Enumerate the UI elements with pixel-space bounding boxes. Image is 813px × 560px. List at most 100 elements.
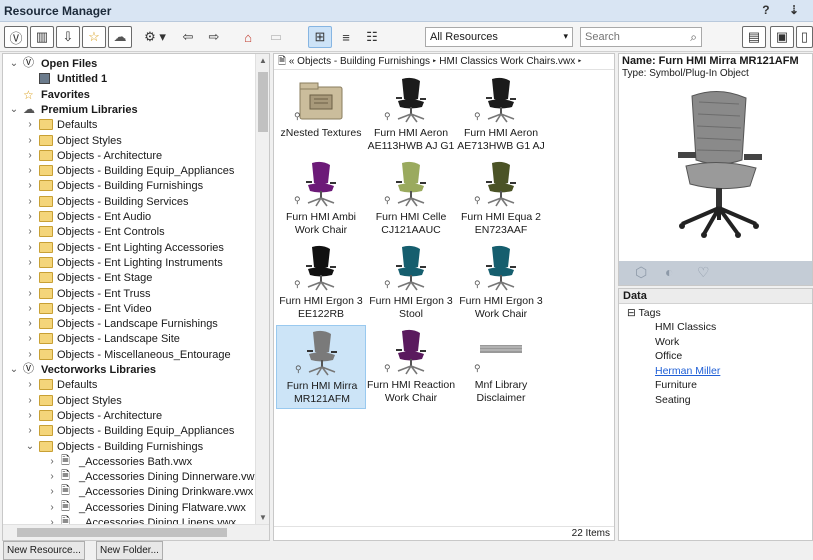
chevron-right-icon[interactable]: › <box>47 484 57 500</box>
tree-item[interactable]: › Objects - Ent Truss <box>3 286 255 302</box>
resource-item[interactable]: ⚲ Furn HMI Ergon 3 Work Chair <box>456 241 546 325</box>
resource-item[interactable]: ⚲ Furn HMI Celle CJ121AAUC <box>366 157 456 241</box>
chevron-right-icon[interactable]: › <box>47 500 57 516</box>
chevron-right-icon[interactable]: › <box>25 423 35 439</box>
chevron-right-icon[interactable]: › <box>25 163 35 179</box>
search-box[interactable]: ⌕ <box>580 27 702 47</box>
new-folder-button[interactable]: New Folder... <box>96 541 163 560</box>
resource-item[interactable]: ⚲ Furn HMI Aeron AE713HWB G1 AJ <box>456 73 546 157</box>
tree-item[interactable]: › Objects - Ent Audio <box>3 209 255 225</box>
panel-toggle-icon[interactable]: ▯ <box>796 26 813 48</box>
render-sphere-icon[interactable]: ◐ <box>665 264 673 280</box>
chevron-right-icon[interactable]: › <box>25 148 35 164</box>
tree-item[interactable]: › Defaults <box>3 377 255 393</box>
chevron-down-icon[interactable]: ⌄ <box>9 56 19 72</box>
home-icon[interactable]: ⌂ <box>236 26 260 48</box>
chevron-right-icon[interactable]: › <box>25 133 35 149</box>
tree-view-icon[interactable]: ☷ <box>360 26 384 48</box>
resource-item[interactable]: ⚲ Furn HMI Ergon 3 EE122RB <box>276 241 366 325</box>
chevron-right-icon[interactable]: › <box>25 240 35 256</box>
window-controls[interactable]: ? ⇣ <box>762 3 807 17</box>
tree-item[interactable]: › 🗎 _Accessories Dining Drinkware.vwx <box>3 484 255 500</box>
chevron-right-icon[interactable]: › <box>25 255 35 271</box>
tree-item[interactable]: › Defaults <box>3 117 255 133</box>
chevron-right-icon[interactable]: › <box>25 178 35 194</box>
render-teapot-icon[interactable]: ♡ <box>697 264 710 281</box>
tree-item[interactable]: › Objects - Building Equip_Appliances <box>3 163 255 179</box>
tree-item[interactable]: › Objects - Building Furnishings <box>3 178 255 194</box>
chevron-right-icon[interactable]: › <box>25 224 35 240</box>
resource-item[interactable]: ⚲ Furn HMI Equa 2 EN723AAF <box>456 157 546 241</box>
vectorworks-libraries-icon[interactable]: Ⓥ <box>4 26 28 48</box>
chevron-right-icon[interactable]: › <box>25 316 35 332</box>
render-cube-icon[interactable]: ⬡ <box>635 264 647 281</box>
tree-item[interactable]: › Objects - Ent Video <box>3 301 255 317</box>
tree-item[interactable]: ⌄ Ⓥ Vectorworks Libraries <box>3 362 255 378</box>
tree-item[interactable]: › Objects - Building Services <box>3 194 255 210</box>
breadcrumb-back-button[interactable]: « <box>289 56 295 67</box>
chevron-down-icon[interactable]: ⌄ <box>25 439 35 455</box>
tree-horizontal-scrollbar[interactable] <box>3 524 269 540</box>
resource-item[interactable]: ⚲ Mnf Library Disclaimer <box>456 325 546 409</box>
data-pane-icon[interactable]: ▣ <box>770 26 794 48</box>
tree-item[interactable]: › Objects - Ent Lighting Accessories <box>3 240 255 256</box>
breadcrumb-segment[interactable]: HMI Classics Work Chairs.vwx <box>439 56 575 67</box>
new-resource-button[interactable]: New Resource... <box>3 541 85 560</box>
chevron-right-icon[interactable]: › <box>25 393 35 409</box>
tags-root[interactable]: ⊟ Tags <box>627 307 661 319</box>
thumbnail-view-icon[interactable]: ⊞ <box>308 26 332 48</box>
list-view-icon[interactable]: ≡ <box>334 26 358 48</box>
library-icon[interactable]: ▥ <box>30 26 54 48</box>
tree-item[interactable]: › 🗎 _Accessories Dining Flatware.vwx <box>3 500 255 516</box>
tree-item[interactable]: ⌄ Objects - Building Furnishings <box>3 439 255 455</box>
tree-vertical-scrollbar[interactable]: ▲ ▼ <box>255 54 269 524</box>
resource-item[interactable]: ⚲ zNested Textures <box>276 73 366 157</box>
scroll-down-icon[interactable]: ▼ <box>256 513 269 522</box>
preview-pane-icon[interactable]: ▤ <box>742 26 766 48</box>
tree-item[interactable]: › Objects - Ent Stage <box>3 270 255 286</box>
chevron-right-icon[interactable]: › <box>25 331 35 347</box>
tree-item[interactable]: › Objects - Ent Controls <box>3 224 255 240</box>
tree-item[interactable]: › Objects - Building Equip_Appliances <box>3 423 255 439</box>
scroll-up-icon[interactable]: ▲ <box>256 56 269 65</box>
tree-item[interactable]: ⌄ ☁ Premium Libraries <box>3 102 255 118</box>
chevron-down-icon[interactable]: ⌄ <box>9 102 19 118</box>
tree-item[interactable]: › 🗎 _Accessories Bath.vwx <box>3 454 255 470</box>
open-file-icon[interactable]: ⇩ <box>56 26 80 48</box>
tree-item[interactable]: ☆ Favorites <box>3 87 255 103</box>
scroll-thumb[interactable] <box>258 72 268 132</box>
chevron-right-icon[interactable]: › <box>25 408 35 424</box>
chevron-right-icon[interactable]: › <box>47 454 57 470</box>
chevron-right-icon[interactable]: › <box>25 377 35 393</box>
chevron-right-icon[interactable]: › <box>25 117 35 133</box>
resource-item[interactable]: ⚲ Furn HMI Aeron AE113HWB AJ G1 <box>366 73 456 157</box>
tree-item[interactable]: › Object Styles <box>3 393 255 409</box>
chevron-down-icon[interactable]: ⌄ <box>9 362 19 378</box>
forward-arrow-icon[interactable]: ⇨ <box>202 26 226 48</box>
tag-link[interactable]: Herman Miller <box>655 365 720 377</box>
resource-item[interactable]: ⚲ Furn HMI Ambi Work Chair <box>276 157 366 241</box>
tree-item[interactable]: Untitled 1 <box>3 71 255 87</box>
chevron-right-icon[interactable]: › <box>25 301 35 317</box>
scroll-thumb[interactable] <box>17 528 227 537</box>
chevron-right-icon[interactable]: › <box>25 194 35 210</box>
chevron-right-icon[interactable]: › <box>25 270 35 286</box>
resource-item[interactable]: ⚲ Furn HMI Reaction Work Chair <box>366 325 456 409</box>
chevron-right-icon[interactable]: › <box>25 286 35 302</box>
resource-item[interactable]: ⚲ Furn HMI Ergon 3 Stool <box>366 241 456 325</box>
new-document-icon[interactable]: ▭ <box>264 26 288 48</box>
chevron-right-icon[interactable]: › <box>47 469 57 485</box>
tree-item[interactable]: › 🗎 _Accessories Dining Dinnerware.vwx <box>3 469 260 485</box>
resource-item[interactable]: ⚲ Furn HMI Mirra MR121AFM <box>276 325 366 409</box>
cloud-icon[interactable]: ☁ <box>108 26 132 48</box>
tree-item[interactable]: › Objects - Landscape Furnishings <box>3 316 255 332</box>
tree-item[interactable]: › Objects - Ent Lighting Instruments <box>3 255 255 271</box>
back-arrow-icon[interactable]: ⇦ <box>176 26 200 48</box>
breadcrumb-segment[interactable]: Objects - Building Furnishings <box>297 56 430 67</box>
tree-item[interactable]: › Objects - Architecture <box>3 148 255 164</box>
tree-item[interactable]: › Object Styles <box>3 133 255 149</box>
tree-item[interactable]: › Objects - Landscape Site <box>3 331 255 347</box>
resource-type-select[interactable]: All Resources ▾ <box>425 27 573 47</box>
favorites-icon[interactable]: ☆ <box>82 26 106 48</box>
tree-item[interactable]: ⌄ Ⓥ Open Files <box>3 56 255 72</box>
